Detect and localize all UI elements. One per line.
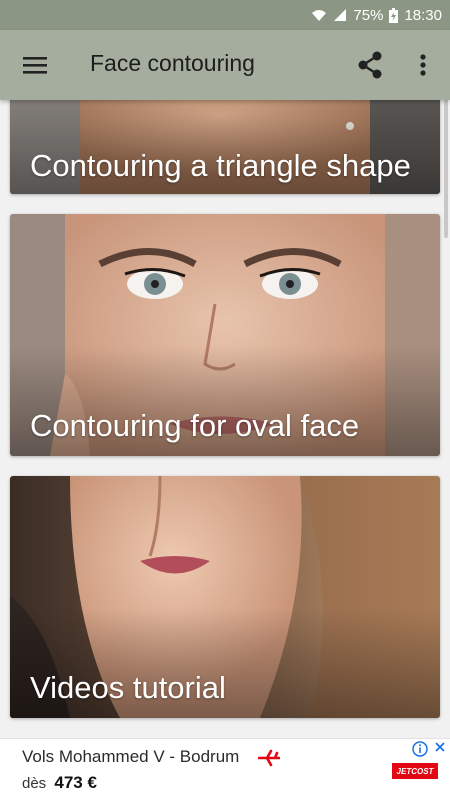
ad-price-prefix: dès <box>22 775 47 792</box>
ad-price-line: dès 473 € <box>22 773 97 793</box>
ad-price: 473 € <box>54 773 97 792</box>
card-videos-tutorial[interactable]: Videos tutorial <box>10 476 440 718</box>
airplane-icon <box>258 749 280 767</box>
ad-brand-logo: JETCOST <box>392 763 438 779</box>
status-bar: 75% 18:30 <box>0 0 450 30</box>
card-oval-face[interactable]: Contouring for oval face <box>10 214 440 456</box>
wifi-icon <box>311 8 327 22</box>
card-label: Contouring a triangle shape <box>30 148 411 183</box>
card-label: Videos tutorial <box>30 670 226 705</box>
ad-headline: Vols Mohammed V - Bodrum <box>22 747 240 766</box>
close-icon[interactable] <box>432 739 448 755</box>
clock: 18:30 <box>404 6 442 24</box>
battery-percent: 75% <box>353 6 384 24</box>
card-triangle-shape[interactable]: Contouring a triangle shape <box>10 96 440 194</box>
app-bar: Face contouring <box>0 30 450 100</box>
signal-icon <box>333 8 347 22</box>
share-icon[interactable] <box>356 50 384 80</box>
info-icon[interactable] <box>412 741 428 757</box>
more-vert-icon[interactable] <box>413 50 433 80</box>
menu-icon[interactable] <box>22 53 48 77</box>
scrollbar-thumb[interactable] <box>444 98 448 238</box>
card-label: Contouring for oval face <box>30 408 360 443</box>
page-title: Face contouring <box>90 50 255 76</box>
battery-icon <box>389 7 399 23</box>
ad-banner[interactable]: Vols Mohammed V - Bodrum dès 473 € JETCO… <box>0 738 450 801</box>
